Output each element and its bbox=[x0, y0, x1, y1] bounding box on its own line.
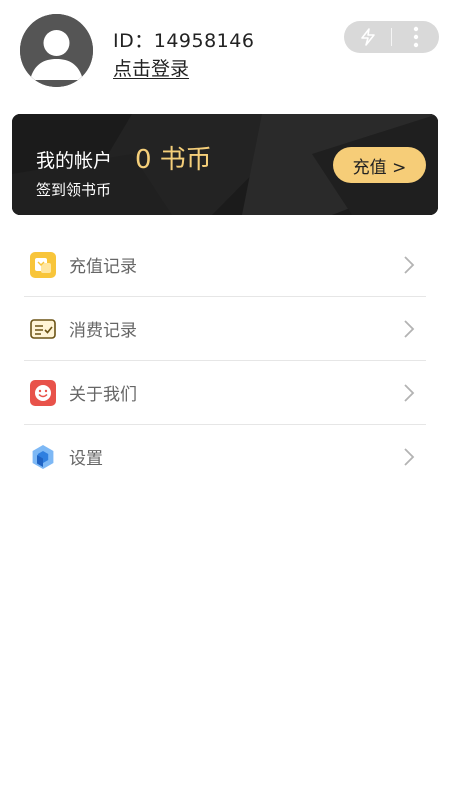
menu-item-consume-record[interactable]: 消费记录 bbox=[24, 297, 426, 361]
profile-page: ID：14958146 点击登录 我的帐户 0 书币 签到领书币 充值 > 充值… bbox=[0, 0, 450, 800]
recharge-record-icon bbox=[29, 251, 57, 279]
flash-button[interactable] bbox=[344, 21, 391, 53]
login-link[interactable]: 点击登录 bbox=[113, 54, 189, 81]
menu-label: 充值记录 bbox=[69, 257, 137, 277]
mini-program-capsule bbox=[344, 21, 439, 53]
account-card: 我的帐户 0 书币 签到领书币 充值 > bbox=[12, 114, 438, 215]
flash-icon bbox=[360, 28, 375, 46]
empty-area bbox=[0, 488, 450, 800]
user-avatar-icon[interactable] bbox=[20, 14, 93, 87]
menu-label: 设置 bbox=[69, 449, 103, 469]
chevron-right-icon bbox=[404, 255, 415, 274]
menu-label: 关于我们 bbox=[69, 385, 137, 405]
coin-balance: 0 书币 bbox=[135, 145, 212, 175]
more-vertical-icon bbox=[413, 26, 418, 48]
account-label: 我的帐户 bbox=[36, 150, 113, 172]
chevron-right-icon bbox=[404, 319, 415, 338]
recharge-button[interactable]: 充值 > bbox=[333, 147, 426, 183]
checkin-link[interactable]: 签到领书币 bbox=[36, 179, 111, 200]
chevron-right-icon bbox=[404, 447, 415, 466]
chevron-right-icon bbox=[404, 383, 415, 402]
menu-item-settings[interactable]: 设置 bbox=[24, 425, 426, 489]
menu-item-about-us[interactable]: 关于我们 bbox=[24, 361, 426, 425]
menu-list: 充值记录 消费记录 关于我们 设置 bbox=[24, 233, 426, 489]
consume-record-icon bbox=[29, 315, 57, 343]
more-button[interactable] bbox=[392, 21, 439, 53]
menu-label: 消费记录 bbox=[69, 321, 137, 341]
settings-icon bbox=[29, 443, 57, 471]
about-us-icon bbox=[29, 379, 57, 407]
menu-item-recharge-record[interactable]: 充值记录 bbox=[24, 233, 426, 297]
user-id: ID：14958146 bbox=[113, 30, 255, 52]
